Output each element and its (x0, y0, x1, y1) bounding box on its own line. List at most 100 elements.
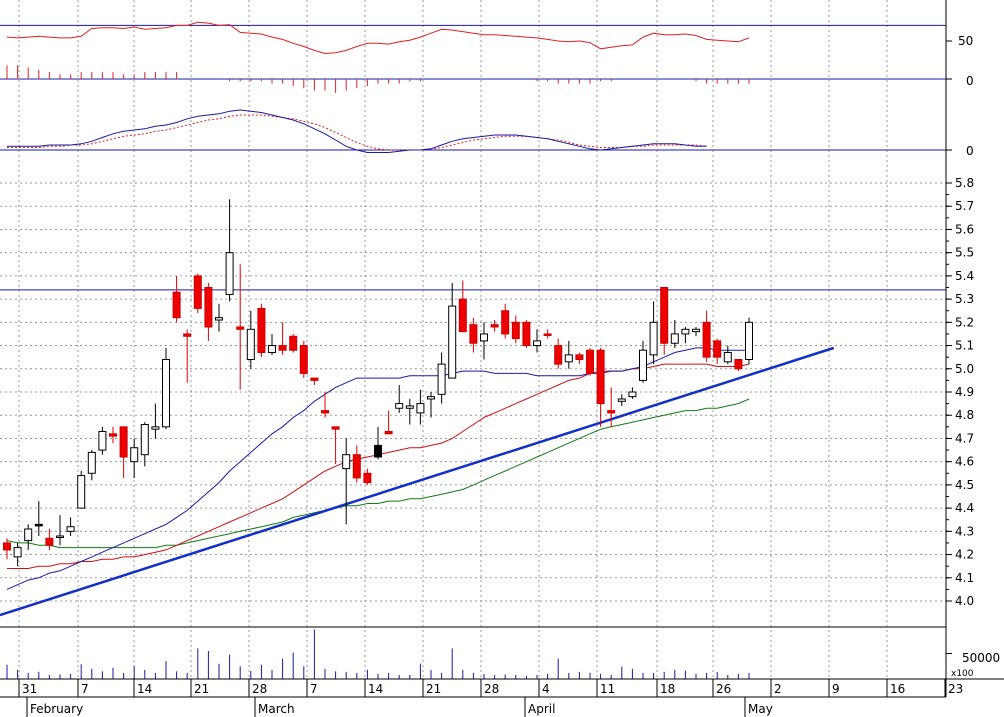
candle-body (215, 317, 223, 321)
candle-body (564, 354, 573, 363)
candle (617, 394, 626, 406)
candle (109, 426, 117, 444)
candle (352, 445, 361, 483)
candle-body (225, 252, 234, 295)
candle-body (543, 333, 552, 336)
candle-body (98, 430, 107, 451)
candle (56, 515, 64, 546)
panel-borders (0, 0, 1004, 698)
price-panel (0, 199, 946, 617)
stock-chart: 50 0 0 50000 x100 5.8 5.7 5.6 5.5 5.4 5.3 5.2 5… (0, 0, 1004, 717)
macd-panel (0, 109, 952, 153)
candle-body (140, 424, 149, 456)
candle-body (469, 324, 478, 344)
rsi-panel (0, 21, 952, 55)
candle-body (734, 358, 743, 370)
candle-body (183, 333, 192, 337)
day-label: 28 (252, 682, 267, 696)
month-label: February (30, 702, 83, 716)
candle-body (490, 324, 499, 328)
candle-body (77, 475, 86, 509)
price-tick-label: 5.2 (955, 315, 974, 329)
price-tick-label: 4.9 (955, 385, 974, 399)
candle-body (692, 328, 700, 333)
candle (596, 347, 605, 427)
candle-body (533, 340, 541, 347)
candle (490, 320, 499, 332)
price-tick-label: 5.1 (955, 339, 974, 353)
price-tick-label: 4.8 (955, 408, 974, 422)
candle (24, 524, 33, 550)
candle (140, 422, 149, 467)
candle (172, 275, 181, 323)
candle (639, 340, 647, 383)
price-tick-label: 4.5 (955, 478, 974, 492)
candle (130, 438, 139, 478)
candle (745, 317, 753, 365)
day-label: 7 (310, 682, 318, 696)
day-label: 31 (22, 682, 37, 696)
candle-body (268, 345, 276, 354)
candle (204, 282, 213, 341)
candle (151, 403, 160, 439)
day-label: 2 (774, 682, 782, 696)
candle-body (670, 333, 679, 344)
price-tick-label: 4.4 (955, 501, 974, 515)
volume-panel (6, 629, 952, 679)
candle (66, 517, 75, 536)
candle (469, 317, 478, 353)
candle (458, 280, 467, 333)
candle (98, 426, 107, 455)
price-tick-label: 5.8 (955, 176, 974, 190)
candle (681, 326, 690, 344)
moving-average-green (6, 398, 750, 549)
candle-body (342, 454, 351, 470)
candle (374, 426, 382, 460)
day-label: 16 (890, 682, 905, 696)
candle-body (321, 410, 329, 414)
candle-body (162, 358, 170, 428)
candle-body (681, 328, 690, 335)
candle-body (331, 426, 340, 430)
moving-average-blue (6, 347, 749, 590)
macd-signal-line (7, 114, 707, 151)
candle (384, 410, 393, 435)
candle (331, 426, 340, 464)
candle-body (405, 405, 414, 409)
candle (162, 347, 170, 430)
candle (289, 333, 298, 353)
candle-body (278, 345, 287, 351)
day-label: 18 (660, 682, 675, 696)
candle (119, 426, 128, 478)
candle (511, 315, 520, 344)
macd-tick-label: 0 (966, 144, 974, 158)
candle-body (522, 321, 531, 347)
candle-body (45, 537, 54, 546)
price-tick-label: 5.6 (955, 222, 974, 236)
month-label: April (528, 702, 555, 716)
candle (34, 501, 43, 536)
candle-body (702, 321, 711, 358)
rsi-line (6, 21, 750, 55)
candle-body (246, 328, 255, 360)
candle-body (628, 391, 637, 398)
candle (183, 329, 192, 383)
candle-body (713, 340, 722, 358)
candle-body (193, 275, 202, 309)
candle-body (130, 447, 139, 463)
day-label: 28 (484, 682, 499, 696)
candle (310, 377, 319, 386)
candle-body (363, 472, 372, 484)
candle-body (607, 410, 616, 414)
candle (522, 320, 531, 348)
candle-body (511, 321, 520, 340)
candle (77, 470, 86, 509)
candle (246, 310, 255, 369)
candle (215, 303, 223, 332)
candle-body (596, 349, 605, 405)
day-label: 23 (948, 682, 963, 696)
price-tick-label: 5.4 (955, 269, 974, 283)
candle-body (374, 444, 382, 458)
candle (395, 385, 404, 413)
macd-line (7, 109, 707, 153)
